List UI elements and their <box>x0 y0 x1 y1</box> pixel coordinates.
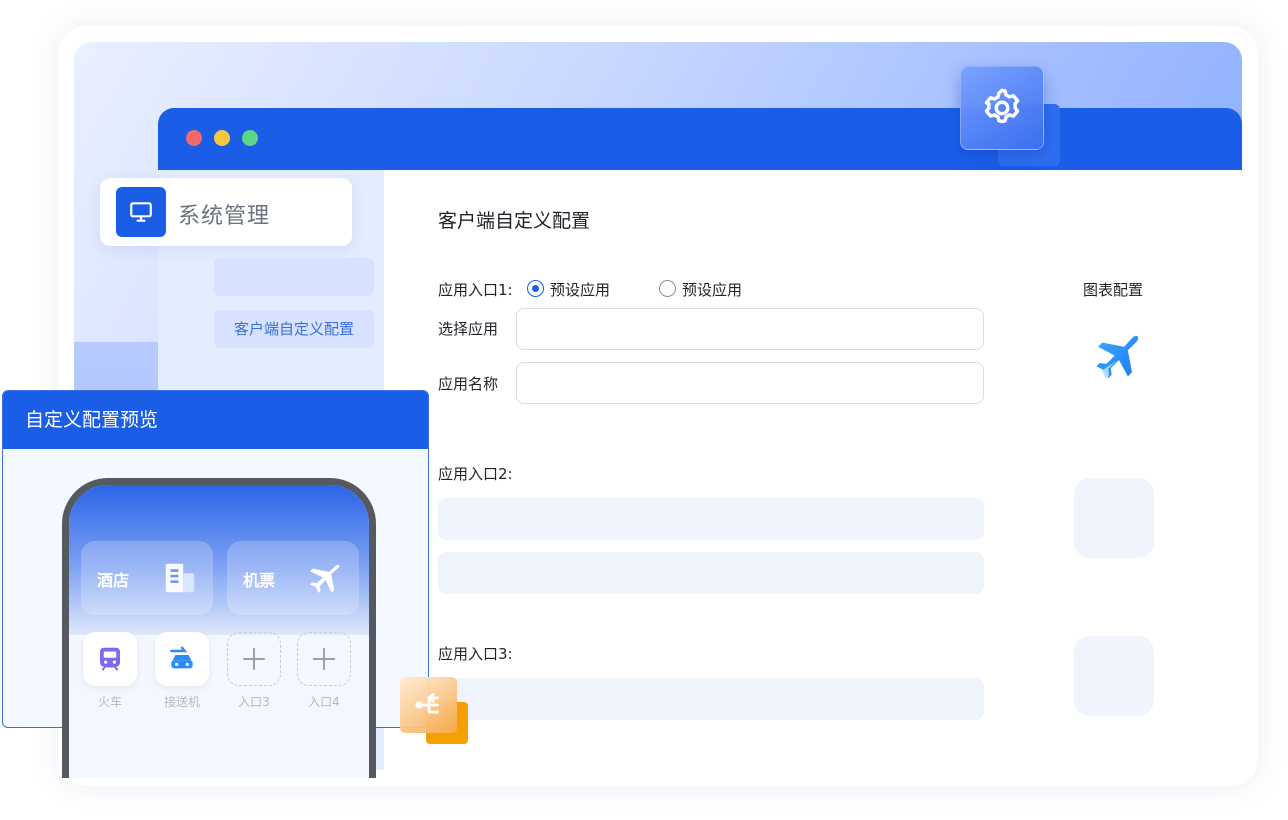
close-dot[interactable] <box>186 130 202 146</box>
entry3-label: 应用入口3: <box>438 645 513 663</box>
monitor-icon <box>116 187 166 237</box>
select-app-input[interactable] <box>516 308 984 350</box>
sidebar-header-card[interactable]: 系统管理 <box>100 178 352 246</box>
minimize-dot[interactable] <box>214 130 230 146</box>
radio-preset-1[interactable] <box>527 280 544 297</box>
car-plane-icon <box>170 646 193 669</box>
entry3-button-label: 入口3 <box>238 695 270 709</box>
sidebar-header-label: 系统管理 <box>178 204 271 229</box>
phone-mockup: 酒店 机票 火车 接送机 入口3 入口4 <box>62 478 376 778</box>
app-name-input[interactable] <box>516 362 984 404</box>
entry2-bar-1[interactable] <box>438 498 984 540</box>
airport-transfer-label: 接送机 <box>163 695 200 709</box>
maximize-dot[interactable] <box>242 130 258 146</box>
entry3-bar[interactable] <box>438 678 984 720</box>
gear-icon <box>984 88 1020 124</box>
building-icon <box>165 563 195 593</box>
train-label: 火车 <box>97 695 122 709</box>
settings-button[interactable] <box>960 66 1044 150</box>
radio-preset-2[interactable] <box>659 280 676 297</box>
entry4-button[interactable] <box>297 632 351 686</box>
flight-card[interactable]: 机票 <box>227 541 359 615</box>
entry2-icon-tile[interactable] <box>1074 478 1154 558</box>
radio-preset-1-label: 预设应用 <box>550 281 611 299</box>
train-icon <box>100 647 120 671</box>
airplane-icon <box>310 564 340 593</box>
icon-config-label: 图表配置 <box>1083 281 1144 299</box>
hotel-card-label: 酒店 <box>97 571 130 590</box>
entry3-icon-tile[interactable] <box>1074 636 1154 716</box>
entry3-button[interactable] <box>227 632 281 686</box>
sidebar-item-client-config[interactable]: 客户端自定义配置 <box>214 310 374 348</box>
flight-card-label: 机票 <box>243 571 276 590</box>
train-button[interactable] <box>83 632 137 686</box>
entry2-bar-2[interactable] <box>438 552 984 594</box>
entry2-label: 应用入口2: <box>438 465 513 483</box>
window-titlebar <box>158 108 1242 170</box>
flow-arrow-icon <box>414 692 439 714</box>
entry1-label: 应用入口1: <box>438 281 513 299</box>
plus-icon <box>313 648 335 670</box>
app-name-label: 应用名称 <box>438 375 499 393</box>
plus-icon <box>243 648 265 670</box>
airplane-icon[interactable] <box>1088 332 1140 384</box>
radio-preset-2-label: 预设应用 <box>682 281 743 299</box>
preview-title: 自定义配置预览 <box>3 391 428 449</box>
airport-transfer-button[interactable] <box>155 632 209 686</box>
sidebar-item-blank[interactable] <box>214 258 374 296</box>
entry4-button-label: 入口4 <box>308 695 340 709</box>
sync-button[interactable] <box>400 677 457 733</box>
select-app-label: 选择应用 <box>438 320 499 338</box>
hotel-card[interactable]: 酒店 <box>81 541 213 615</box>
page-title: 客户端自定义配置 <box>438 210 591 232</box>
